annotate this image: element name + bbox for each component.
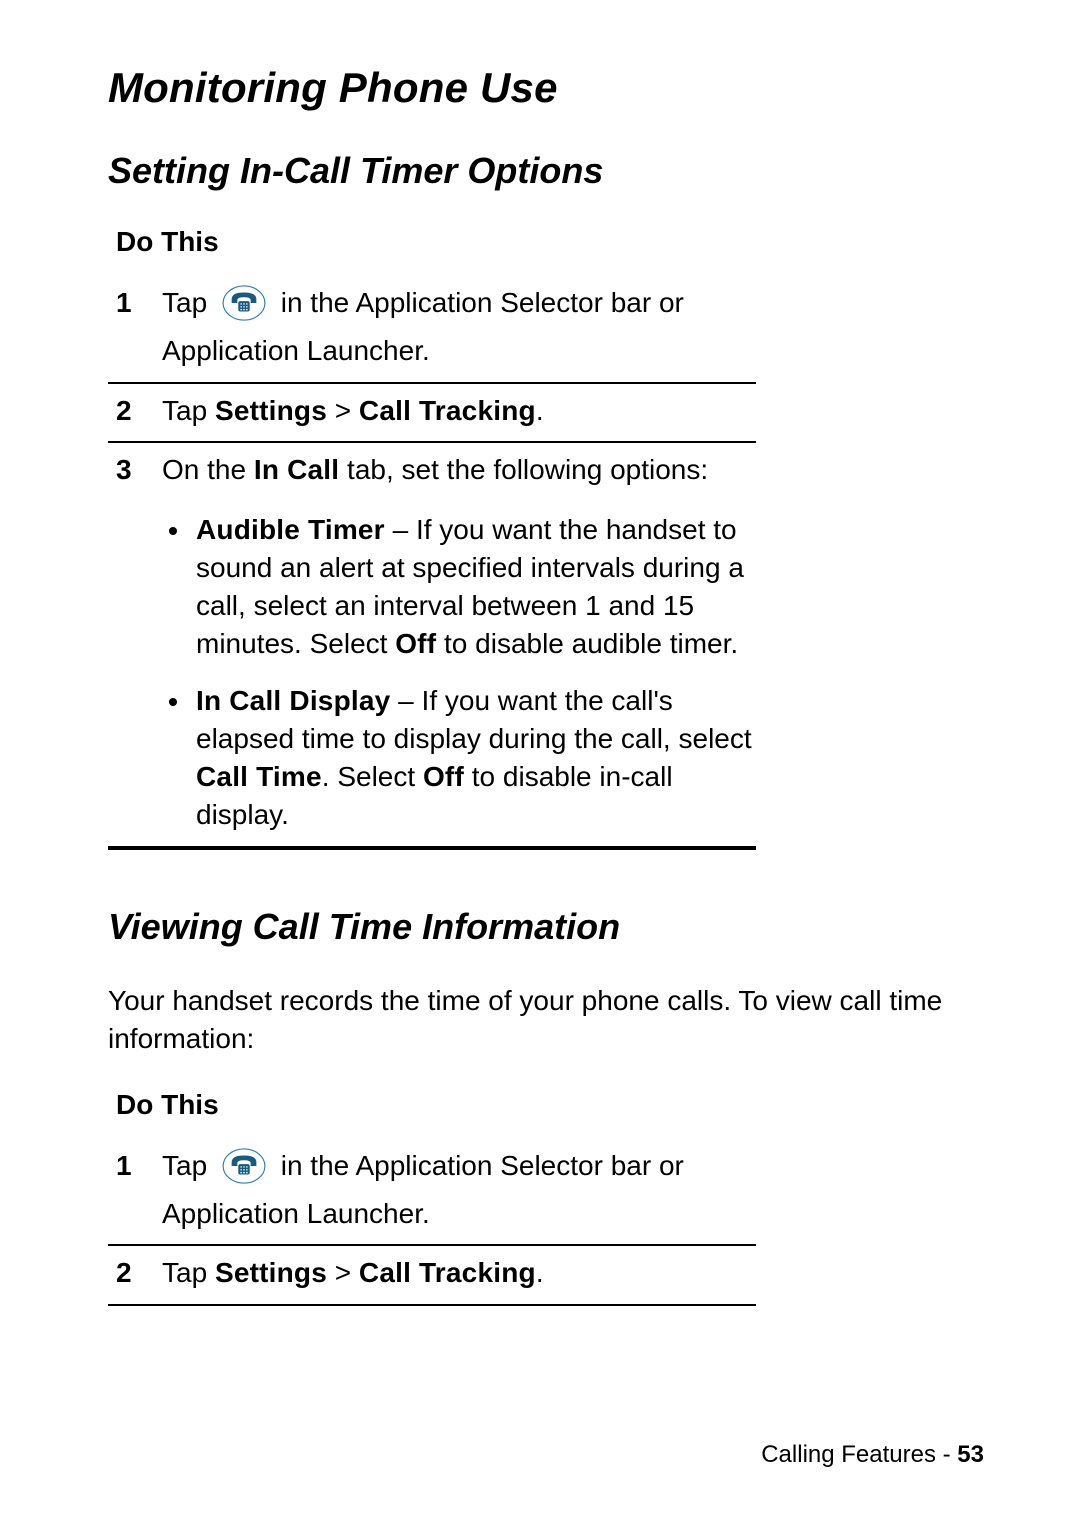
step-number: 1 <box>116 284 162 322</box>
step-number: 3 <box>116 451 162 489</box>
text: Tap <box>162 395 215 426</box>
step-row: 1 Tap in the Application Selector bar or… <box>108 1139 756 1245</box>
bullet-item: Audible Timer – If you want the handset … <box>192 511 754 662</box>
step-number: 2 <box>116 392 162 430</box>
page-footer: Calling Features - 53 <box>761 1441 984 1469</box>
label-settings: Settings <box>215 1257 327 1288</box>
step-number: 1 <box>116 1147 162 1185</box>
step-content: Tap Settings > Call Tracking. <box>162 1254 754 1292</box>
page-number: 53 <box>957 1441 984 1468</box>
step-number: 2 <box>116 1254 162 1292</box>
text: > <box>327 1257 359 1288</box>
label-settings: Settings <box>215 395 327 426</box>
phone-icon <box>221 1147 267 1195</box>
step-row: 2 Tap Settings > Call Tracking. <box>108 1244 756 1306</box>
heading-viewing-call-time: Viewing Call Time Information <box>108 906 984 948</box>
text: – <box>390 685 421 716</box>
text: On the <box>162 454 254 485</box>
do-this-header-1: Do This <box>108 226 756 258</box>
text: . Select <box>322 761 423 792</box>
step-content: Tap in the Application Selector bar or A… <box>162 1147 754 1233</box>
label-call-tracking: Call Tracking <box>359 395 536 426</box>
text: . <box>536 395 544 426</box>
text: . <box>536 1257 544 1288</box>
label-call-tracking: Call Tracking <box>359 1257 536 1288</box>
step-content: On the In Call tab, set the following op… <box>162 451 754 833</box>
footer-section: Calling Features - <box>761 1441 957 1468</box>
label-in-call-display: In Call Display <box>196 685 390 716</box>
label-call-time: Call Time <box>196 761 322 792</box>
label-audible-timer: Audible Timer <box>196 514 385 545</box>
text: Tap <box>162 1257 215 1288</box>
text: > <box>327 395 359 426</box>
step-content: Tap in the Application Selector bar or A… <box>162 284 754 370</box>
text: tab, set the following options: <box>339 454 708 485</box>
bullet-item: In Call Display – If you want the call's… <box>192 682 754 833</box>
intro-paragraph: Your handset records the time of your ph… <box>108 982 984 1059</box>
label-off: Off <box>423 761 464 792</box>
text: Tap <box>162 287 215 318</box>
text: – <box>385 514 416 545</box>
phone-icon <box>221 284 267 332</box>
step-row: 2 Tap Settings > Call Tracking. <box>108 382 756 442</box>
label-off: Off <box>395 628 436 659</box>
heading-monitoring: Monitoring Phone Use <box>108 64 984 112</box>
step-row: 3 On the In Call tab, set the following … <box>108 441 756 849</box>
label-in-call: In Call <box>254 454 339 485</box>
do-this-header-2: Do This <box>108 1089 756 1121</box>
step-row: 1 Tap in the Application Selector bar or… <box>108 276 756 382</box>
step-content: Tap Settings > Call Tracking. <box>162 392 754 430</box>
text: Tap <box>162 1150 215 1181</box>
text: to disable audible timer. <box>436 628 738 659</box>
heading-in-call-timer: Setting In-Call Timer Options <box>108 150 984 192</box>
